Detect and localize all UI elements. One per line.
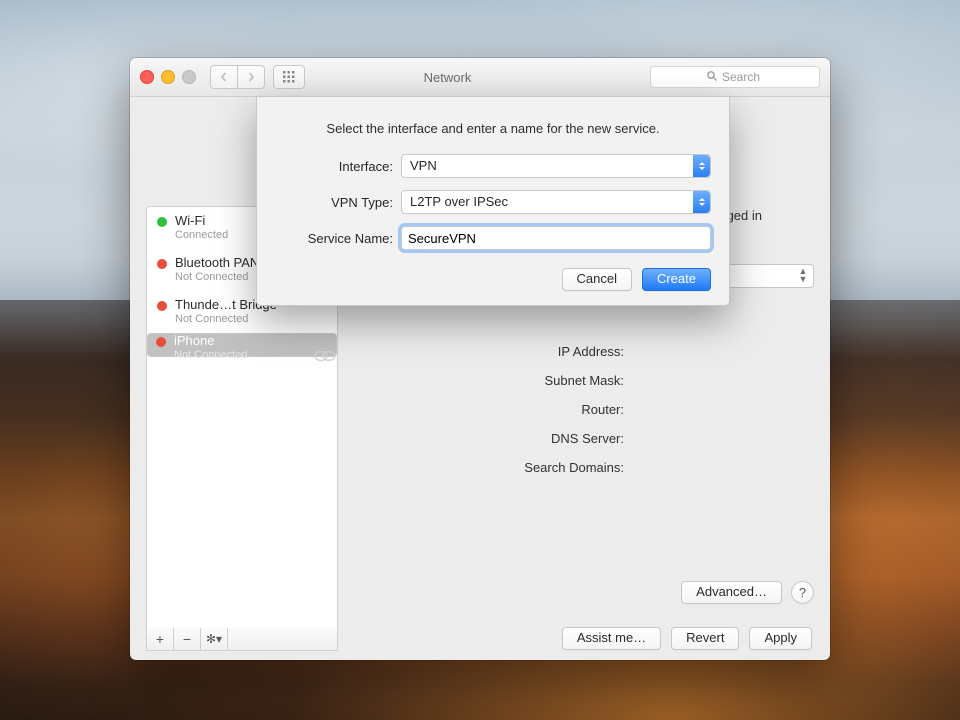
service-status: Not Connected (175, 312, 277, 326)
status-dot-icon (157, 217, 167, 227)
titlebar: Network Search (130, 58, 830, 97)
interface-select[interactable]: VPN (401, 154, 711, 178)
status-dot-icon (156, 337, 166, 347)
vpn-type-select[interactable]: L2TP over IPSec (401, 190, 711, 214)
interface-value: VPN (410, 158, 437, 173)
search-field[interactable]: Search (650, 66, 820, 88)
zoom-icon (182, 70, 196, 84)
assist-me-button[interactable]: Assist me… (562, 627, 661, 650)
advanced-button[interactable]: Advanced… (681, 581, 782, 604)
search-placeholder: Search (722, 70, 760, 84)
bottom-button-bar: Assist me… Revert Apply (130, 616, 830, 660)
link-chain-icon (311, 346, 339, 366)
create-button[interactable]: Create (642, 268, 711, 291)
back-button[interactable] (210, 65, 238, 89)
vpn-type-value: L2TP over IPSec (410, 194, 508, 209)
desktop-background: Network Search Wi-Fi Connected Bluetooth… (0, 0, 960, 720)
label-dns-server: DNS Server: (352, 431, 630, 460)
service-name: iPhone (174, 334, 247, 348)
minimize-icon[interactable] (161, 70, 175, 84)
label-ip-address: IP Address: (352, 344, 630, 373)
window-title: Network (253, 70, 642, 85)
close-icon[interactable] (140, 70, 154, 84)
chevron-updown-icon (693, 155, 710, 177)
label-interface: Interface: (275, 159, 393, 174)
service-status: Not Connected (174, 348, 247, 362)
new-service-sheet: Select the interface and enter a name fo… (256, 96, 730, 306)
traffic-lights (140, 70, 196, 84)
label-search-domains: Search Domains: (352, 460, 630, 489)
service-name-input[interactable] (401, 226, 711, 250)
status-dot-icon (157, 259, 167, 269)
label-subnet-mask: Subnet Mask: (352, 373, 630, 402)
row-service-name: Service Name: (275, 226, 711, 250)
row-vpn-type: VPN Type: L2TP over IPSec (275, 190, 711, 214)
row-interface: Interface: VPN (275, 154, 711, 178)
sheet-button-row: Cancel Create (275, 268, 711, 291)
sidebar-item-iphone[interactable]: iPhone Not Connected (147, 333, 337, 357)
cancel-button[interactable]: Cancel (562, 268, 632, 291)
revert-button[interactable]: Revert (671, 627, 739, 650)
status-dot-icon (157, 301, 167, 311)
label-service-name: Service Name: (275, 231, 393, 246)
search-icon (706, 70, 718, 85)
chevron-left-icon (219, 72, 229, 82)
service-name: Bluetooth PAN (175, 256, 259, 270)
service-status: Not Connected (175, 270, 259, 284)
sheet-heading: Select the interface and enter a name fo… (275, 121, 711, 136)
service-name: Wi-Fi (175, 214, 228, 228)
label-router: Router: (352, 402, 630, 431)
chevron-updown-icon: ▲▼ (795, 267, 811, 283)
detail-labels: IP Address: Subnet Mask: Router: DNS Ser… (352, 344, 630, 489)
label-vpn-type: VPN Type: (275, 195, 393, 210)
service-status: Connected (175, 228, 228, 242)
chevron-updown-icon (693, 191, 710, 213)
apply-button[interactable]: Apply (749, 627, 812, 650)
help-button[interactable]: ? (791, 581, 814, 604)
